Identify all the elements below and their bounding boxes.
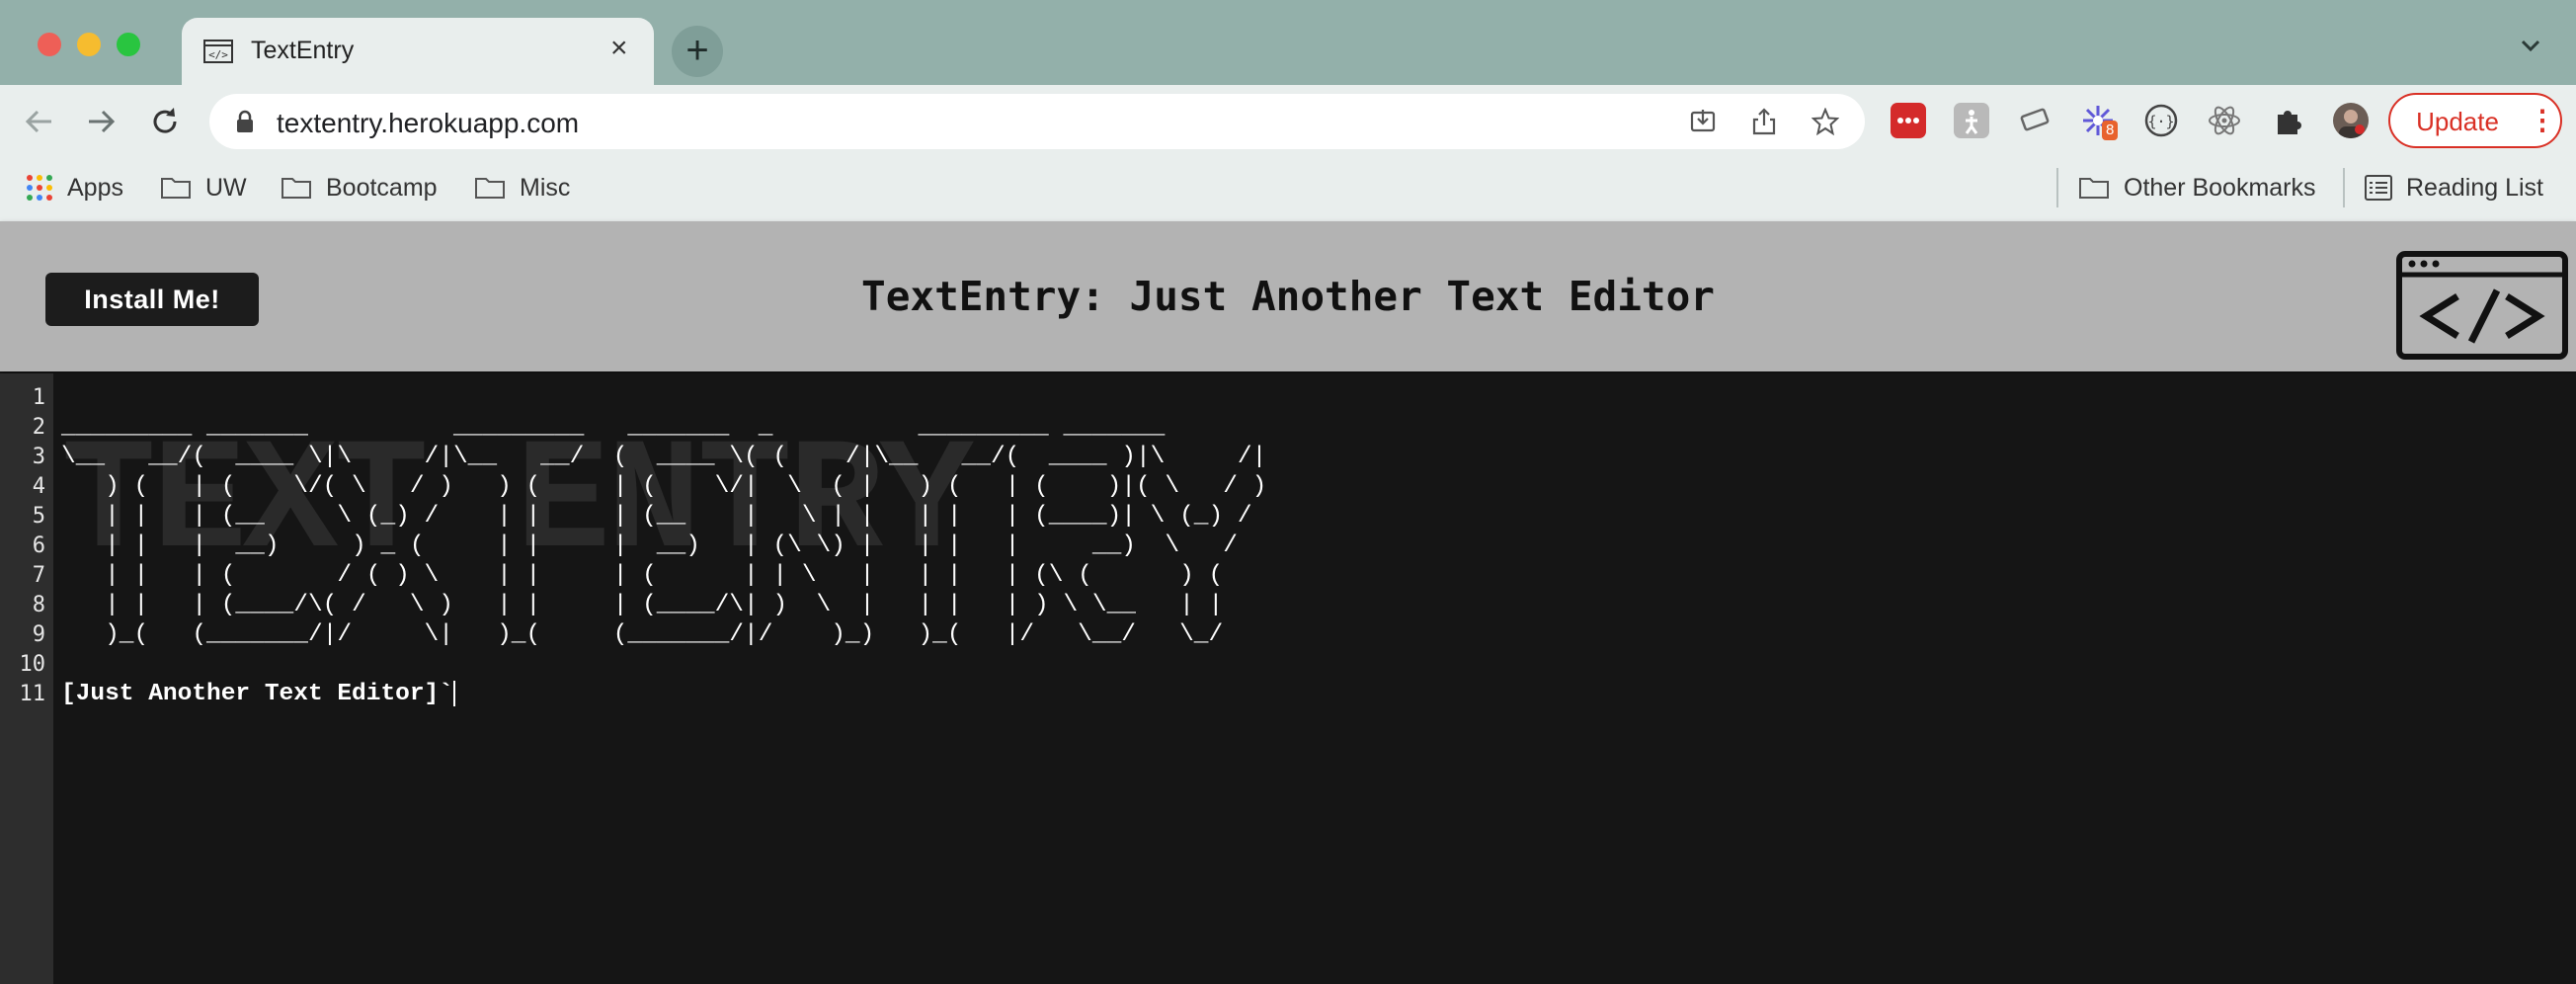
install-app-icon[interactable] [1689,108,1717,135]
chevron-down-icon[interactable] [2517,32,2544,59]
code-line: | | | (____/\( / \ ) | | | (____/\| ) \ … [61,592,1267,618]
line-number: 2 [32,415,45,440]
line-number: 1 [32,385,45,410]
text-cursor [452,680,455,706]
extension-braces-icon[interactable]: {·} [2143,103,2179,138]
svg-text:{·}: {·} [2147,113,2174,130]
bookmark-folder-bootcamp[interactable]: Bootcamp [281,168,438,207]
line-number-gutter: 1 2 3 4 5 6 7 8 9 10 11 [0,373,53,984]
tab-textentry[interactable]: </> TextEntry × [182,18,654,85]
reading-list-icon [2365,175,2392,201]
bookmark-star-icon[interactable] [1811,108,1839,135]
bookmark-label: Apps [67,173,123,202]
other-bookmarks[interactable]: Other Bookmarks [2078,168,2316,207]
close-window-button[interactable] [38,33,61,56]
svg-text:</>: </> [208,48,228,61]
line-number: 4 [32,474,45,499]
extension-spark-icon[interactable]: 8 [2080,103,2119,140]
update-label: Update [2416,107,2499,136]
app-header: Install Me! TextEntry: Just Another Text… [0,221,2576,371]
maximize-window-button[interactable] [117,33,140,56]
page-title: TextEntry: Just Another Text Editor [861,273,1715,320]
reading-list-label: Reading List [2406,173,2543,202]
code-line: | | | __) ) _ ( | | | __) | (\ \) | | | … [61,533,1267,559]
url-text: textentry.herokuapp.com [277,108,580,138]
line-number: 3 [32,445,45,469]
reading-list[interactable]: Reading List [2365,168,2543,207]
bookmark-label: Misc [520,173,571,202]
code-brackets-icon [2396,251,2568,360]
extension-lastpass-icon[interactable] [1891,103,1926,138]
apps-grid-icon [27,175,52,201]
bookmark-folder-misc[interactable]: Misc [474,168,570,207]
code-line: )_( (_______/|/ \| )_( (_______/|/ )_) )… [61,621,1267,648]
folder-icon [161,178,191,199]
line-number: 8 [32,593,45,617]
line-number: 10 [19,652,46,677]
other-bookmarks-label: Other Bookmarks [2124,173,2316,202]
forward-arrow-icon[interactable] [85,105,119,138]
line-number: 9 [32,622,45,647]
browser-toolbar: textentry.herokuapp.com 8 {·} Update ⋮ [0,85,2576,158]
bookmarks-separator [2056,168,2058,207]
line-number: 5 [32,504,45,529]
folder-icon [282,178,311,199]
bookmark-label: Bootcamp [326,173,438,202]
bookmark-apps[interactable]: Apps [26,168,123,207]
extensions-puzzle-icon[interactable] [2270,103,2305,138]
code-editor[interactable]: 1 2 3 4 5 6 7 8 9 10 11 TEXT ENTRY _____… [0,373,2576,984]
code-line: | | | ( / ( ) \ | | | ( | | \ | | | | (\… [61,562,1267,589]
reload-icon[interactable] [148,105,182,138]
close-tab-icon[interactable]: × [610,34,628,63]
update-button[interactable]: Update ⋮ [2388,93,2562,148]
minimize-window-button[interactable] [77,33,101,56]
code-line: | | | (__ \ (_) / | | | (__ | \ | | | | … [61,503,1267,530]
bookmarks-bar: Apps UW Bootcamp Misc Other Bookmarks Re… [0,158,2576,222]
code-icon: </> [203,40,233,63]
bookmark-label: UW [205,173,247,202]
code-line-text: [Just Another Text Editor]` [61,681,453,707]
tab-strip: </> TextEntry × + [0,0,2576,85]
profile-avatar[interactable] [2333,103,2369,138]
tab-title: TextEntry [251,37,355,64]
extension-react-icon[interactable] [2207,103,2242,138]
code-line: \__ __/( ____ \|\ /|\__ __/ ( ____ \( ( … [61,444,1267,470]
folder-icon [475,178,505,199]
code-line: _________ _______ _________ _______ _ __… [61,414,1311,441]
bookmark-folder-uw[interactable]: UW [160,168,247,207]
folder-icon [2079,178,2109,199]
extension-badge: 8 [2102,121,2119,140]
new-tab-button[interactable]: + [672,26,723,77]
more-menu-icon[interactable]: ⋮ [2529,107,2556,134]
line-number: 7 [32,563,45,588]
line-number: 6 [32,533,45,558]
back-arrow-icon[interactable] [22,105,55,138]
line-number: 11 [19,682,46,706]
share-icon[interactable] [1750,108,1778,135]
bookmarks-separator [2343,168,2345,207]
lock-icon [237,110,253,132]
code-line-current: [Just Another Text Editor]` [61,680,455,709]
address-bar[interactable]: textentry.herokuapp.com [209,94,1865,149]
code-line: ) ( | ( \/( \ / ) ) ( | ( \/| \ ( | ) ( … [61,473,1267,500]
extension-eraser-icon[interactable] [2017,103,2053,138]
extension-walker-icon[interactable] [1954,103,1989,138]
